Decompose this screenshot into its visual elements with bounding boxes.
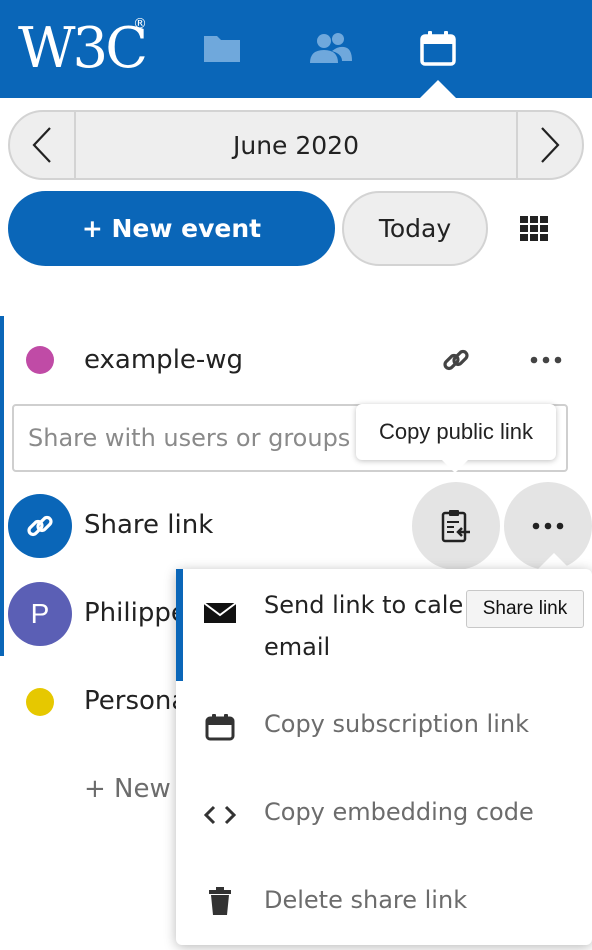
calendar-name[interactable]: example-wg (84, 345, 243, 375)
mail-icon (202, 598, 238, 628)
copy-subscription-link-label: Copy subscription link (264, 710, 529, 738)
shared-user-name: Philippe (84, 598, 187, 628)
active-calendar-indicator (0, 316, 4, 656)
copy-embedding-code-label: Copy embedding code (264, 798, 534, 826)
send-link-email-label-line2: email (264, 633, 331, 661)
chevron-left-icon (32, 127, 51, 163)
copy-public-link-tooltip: Copy public link (356, 404, 556, 460)
user-avatar: P (8, 582, 72, 646)
trash-icon (202, 886, 238, 916)
copy-subscription-link-menu-item[interactable]: Copy subscription link (176, 708, 592, 748)
copy-embedding-code-menu-item[interactable]: Copy embedding code (176, 796, 592, 836)
share-link-avatar (8, 494, 72, 558)
previous-month-button[interactable] (10, 112, 76, 178)
next-month-button[interactable] (516, 112, 582, 178)
new-event-button[interactable]: + New event (8, 191, 335, 266)
user-avatar-initial: P (30, 598, 50, 629)
calendar-color-dot[interactable] (26, 688, 54, 716)
share-link-label: Share link (84, 510, 214, 540)
calendar-color-dot[interactable] (26, 346, 54, 374)
send-link-email-label: Send link to cale email (264, 584, 469, 668)
more-horizontal-icon (530, 356, 562, 364)
send-link-email-label-line1: Send link to cale (264, 591, 464, 619)
app-header: W3C ® (0, 0, 592, 98)
clipboard-arrow-icon (441, 510, 470, 543)
link-icon (27, 515, 53, 537)
contacts-icon (310, 33, 352, 63)
delete-share-link-menu-item[interactable]: Delete share link (176, 884, 592, 924)
copy-public-link-button[interactable] (412, 482, 500, 570)
new-calendar-button[interactable]: + New (84, 774, 171, 804)
w3c-logo[interactable]: W3C ® (18, 14, 148, 84)
logo-text: W3C (18, 16, 148, 81)
contacts-nav-button[interactable] (308, 28, 352, 68)
calendar-name[interactable]: Persona (84, 686, 187, 716)
active-nav-indicator (420, 80, 456, 98)
calendar-shared-link-icon[interactable] (438, 342, 474, 378)
files-nav-button[interactable] (200, 28, 244, 68)
calendar-icon (420, 31, 456, 66)
delete-share-link-label: Delete share link (264, 886, 468, 914)
share-link-tooltip: Share link (466, 590, 584, 628)
calendar-actions-button[interactable] (526, 346, 566, 374)
calendar-icon (202, 712, 238, 742)
more-horizontal-icon (532, 522, 564, 530)
today-button[interactable]: Today (342, 191, 488, 266)
link-icon (443, 349, 469, 371)
menu-arrow (538, 553, 570, 569)
tooltip-arrow (441, 459, 469, 473)
chevron-right-icon (541, 127, 560, 163)
code-icon (202, 800, 238, 830)
calendar-nav-button[interactable] (416, 28, 460, 68)
folder-icon (204, 36, 240, 62)
share-search-placeholder: Share with users or groups (28, 424, 351, 452)
current-month-button[interactable]: June 2020 (76, 112, 516, 178)
logo-registered-mark: ® (133, 16, 147, 32)
view-grid-icon[interactable] (520, 216, 550, 242)
month-navigator: June 2020 (8, 110, 584, 180)
